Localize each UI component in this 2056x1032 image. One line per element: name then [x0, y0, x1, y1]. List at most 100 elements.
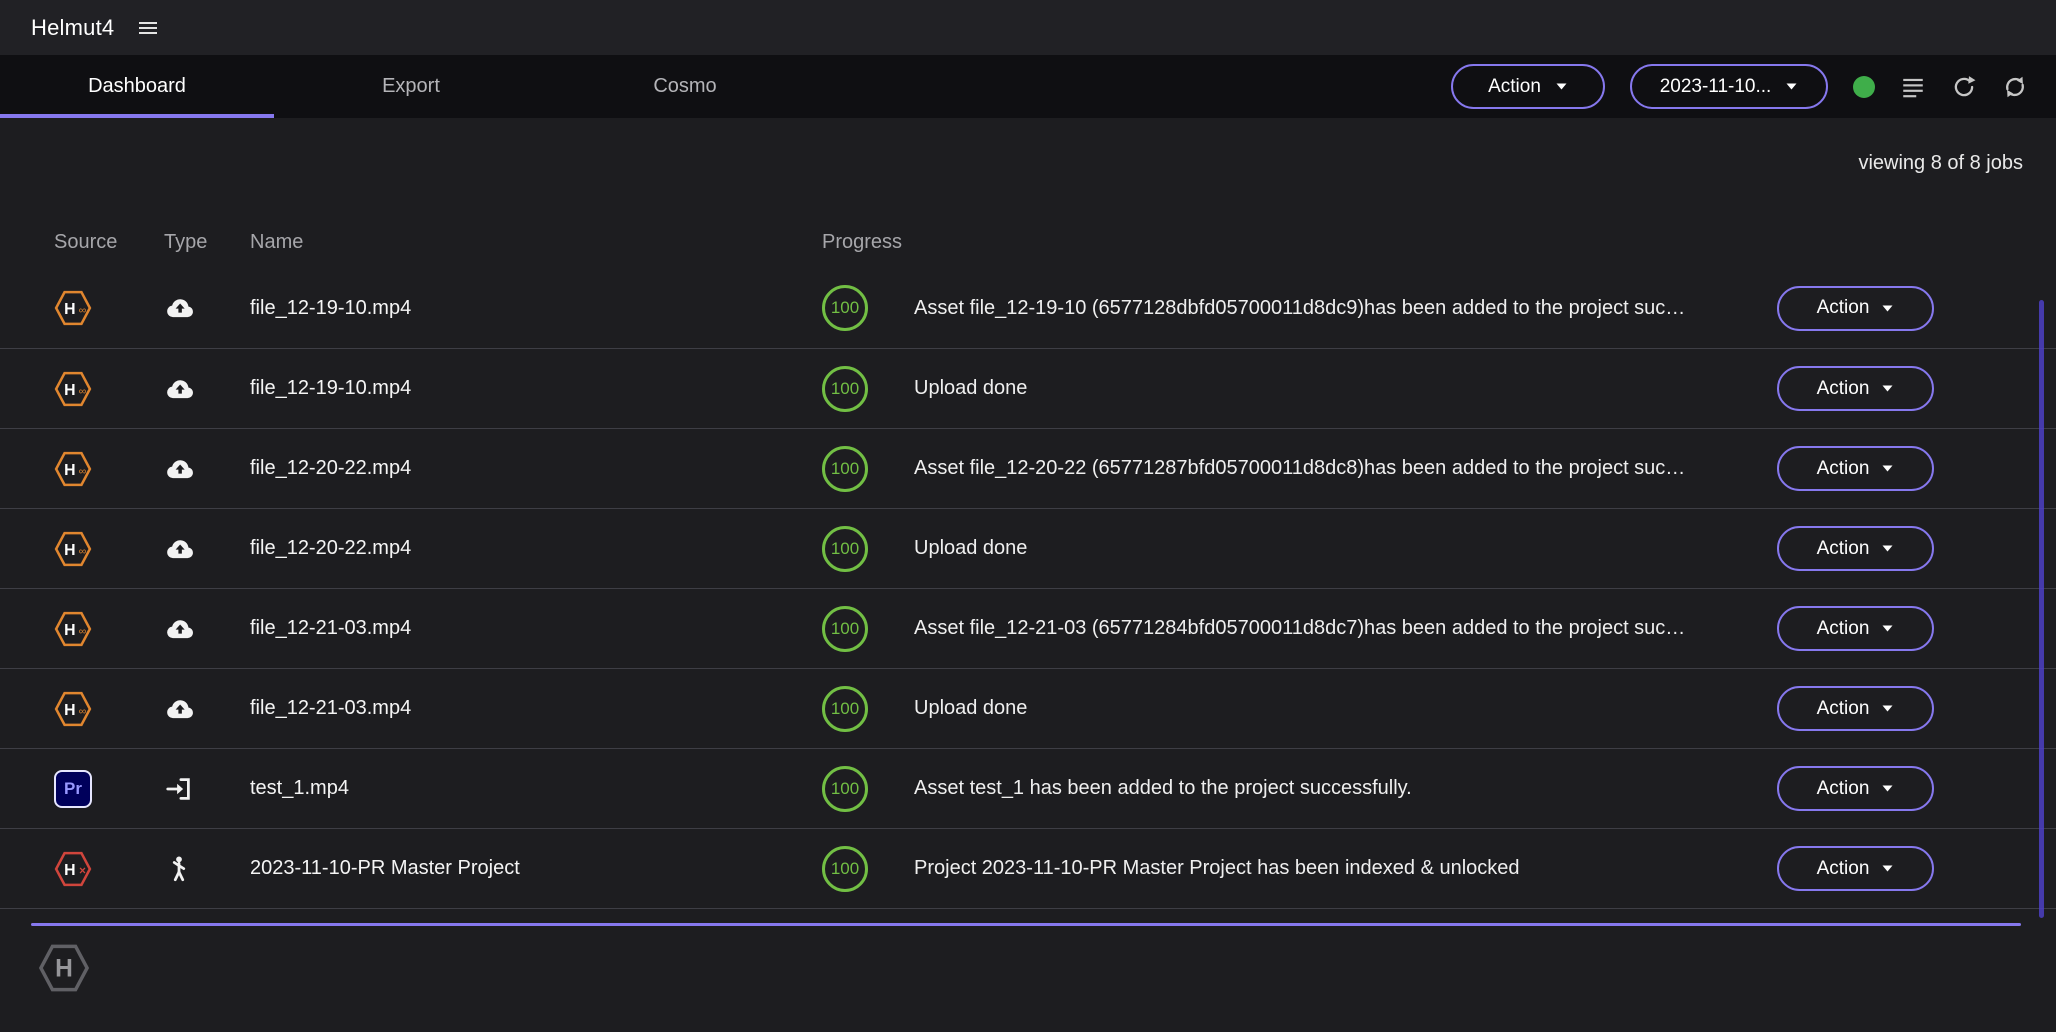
type-cell: [164, 613, 250, 645]
row-action-label: Action: [1817, 698, 1870, 720]
row-action-label: Action: [1817, 378, 1870, 400]
job-message: Asset file_12-19-10 (6577128dbfd05700011…: [914, 297, 1777, 320]
progress-indicator: 100: [822, 606, 868, 652]
job-message: Upload done: [914, 537, 1777, 560]
table-row: H ∞ Pr H ×: [0, 348, 2056, 428]
cloud-upload-icon: [164, 613, 196, 645]
table-row: H ∞ Pr H ×: [0, 508, 2056, 588]
vertical-scrollbar[interactable]: [2039, 300, 2044, 918]
type-cell: [164, 453, 250, 485]
row-action-label: Action: [1817, 458, 1870, 480]
row-action-dropdown[interactable]: Action: [1777, 846, 1934, 891]
tab-label: Cosmo: [653, 75, 716, 98]
svg-text:H: H: [64, 701, 75, 718]
job-name: file_12-19-10.mp4: [250, 297, 822, 320]
type-cell: [164, 854, 250, 884]
table-row: H ∞ Pr H ×: [0, 588, 2056, 668]
row-action-label: Action: [1817, 297, 1870, 319]
row-action-dropdown[interactable]: Action: [1777, 526, 1934, 571]
table-row: H ∞ Pr H ×: [0, 828, 2056, 908]
progress-indicator: 100: [822, 686, 868, 732]
chevron-down-icon: [1881, 384, 1894, 393]
column-header-progress: Progress: [822, 231, 1777, 254]
progress-cell: 100: [822, 446, 914, 492]
progress-cell: 100: [822, 366, 914, 412]
table-row: H ∞ Pr H ×: [0, 668, 2056, 748]
source-cell: H ∞ Pr H ×: [54, 289, 164, 327]
type-cell: [164, 693, 250, 725]
row-action-dropdown[interactable]: Action: [1777, 686, 1934, 731]
toolbar-controls: Action 2023-11-10...: [1451, 55, 2056, 118]
svg-text:∞: ∞: [79, 705, 87, 717]
progress-cell: 100: [822, 766, 914, 812]
action-dropdown[interactable]: Action: [1451, 64, 1605, 109]
job-message: Asset file_12-21-03 (65771284bfd05700011…: [914, 617, 1777, 640]
helmut-footer-logo: H: [38, 942, 90, 999]
app-title: Helmut4: [31, 15, 114, 41]
source-cell: H ∞ Pr H ×: [54, 530, 164, 568]
chevron-down-icon: [1785, 82, 1798, 91]
progress-cell: 100: [822, 686, 914, 732]
progress-cell: 100: [822, 526, 914, 572]
row-action-dropdown[interactable]: Action: [1777, 446, 1934, 491]
helmut-hexagon-icon: H ∞: [54, 610, 92, 648]
source-cell: H ∞ Pr H ×: [54, 690, 164, 728]
tab-dashboard[interactable]: Dashboard: [0, 55, 274, 118]
hamburger-menu-icon: [136, 16, 160, 40]
job-name: file_12-21-03.mp4: [250, 617, 822, 640]
row-action-dropdown[interactable]: Action: [1777, 606, 1934, 651]
row-action-dropdown[interactable]: Action: [1777, 286, 1934, 331]
person-running-icon: [164, 854, 194, 884]
svg-text:∞: ∞: [79, 304, 87, 316]
progress-cell: 100: [822, 285, 914, 331]
tab-label: Dashboard: [88, 75, 186, 98]
source-cell: H ∞ Pr H ×: [54, 450, 164, 488]
progress-indicator: 100: [822, 766, 868, 812]
svg-text:H: H: [55, 956, 73, 983]
table-row: H ∞ Pr H ×: [0, 428, 2056, 508]
viewing-count: viewing 8 of 8 jobs: [0, 118, 2056, 175]
chevron-down-icon: [1881, 624, 1894, 633]
chevron-down-icon: [1881, 464, 1894, 473]
progress-indicator: 100: [822, 446, 868, 492]
table-header: Source Type Name Progress: [0, 227, 2056, 257]
helmut-hexagon-icon: H ∞: [54, 690, 92, 728]
chevron-down-icon: [1881, 544, 1894, 553]
date-filter-dropdown[interactable]: 2023-11-10...: [1630, 64, 1828, 109]
refresh-button[interactable]: [1951, 74, 1977, 100]
tab-cosmo[interactable]: Cosmo: [548, 55, 822, 118]
cloud-upload-icon: [164, 533, 196, 565]
row-action-label: Action: [1817, 778, 1870, 800]
import-icon: [164, 774, 194, 804]
source-cell: H ∞ Pr H ×: [54, 370, 164, 408]
jobs-panel: viewing 8 of 8 jobs Source Type Name Pro…: [0, 118, 2056, 999]
chevron-down-icon: [1555, 82, 1568, 91]
row-action-dropdown[interactable]: Action: [1777, 766, 1934, 811]
svg-text:∞: ∞: [79, 545, 87, 557]
row-action-dropdown[interactable]: Action: [1777, 366, 1934, 411]
log-list-button[interactable]: [1900, 74, 1926, 100]
job-message: Project 2023-11-10-PR Master Project has…: [914, 857, 1777, 880]
svg-text:H: H: [64, 301, 75, 318]
type-cell: [164, 533, 250, 565]
source-cell: H ∞ Pr H ×: [54, 850, 164, 888]
svg-text:H: H: [64, 621, 75, 638]
svg-text:∞: ∞: [79, 625, 87, 637]
progress-indicator: 100: [822, 285, 868, 331]
jobs-table: H ∞ Pr H ×: [0, 268, 2056, 909]
job-name: test_1.mp4: [250, 777, 822, 800]
job-name: file_12-21-03.mp4: [250, 697, 822, 720]
sync-button[interactable]: [2002, 74, 2028, 100]
svg-text:H: H: [64, 541, 75, 558]
chevron-down-icon: [1881, 304, 1894, 313]
tab-export[interactable]: Export: [274, 55, 548, 118]
table-row: H ∞ Pr H ×: [0, 268, 2056, 348]
job-message: Upload done: [914, 697, 1777, 720]
helmut-hexagon-icon: H ∞: [54, 450, 92, 488]
connection-status-dot: [1853, 76, 1875, 98]
job-name: file_12-19-10.mp4: [250, 377, 822, 400]
column-header-type: Type: [164, 231, 250, 254]
helmut-gray-hexagon-icon: H: [38, 942, 90, 994]
sync-icon: [2002, 74, 2028, 100]
menu-button[interactable]: [136, 16, 160, 40]
